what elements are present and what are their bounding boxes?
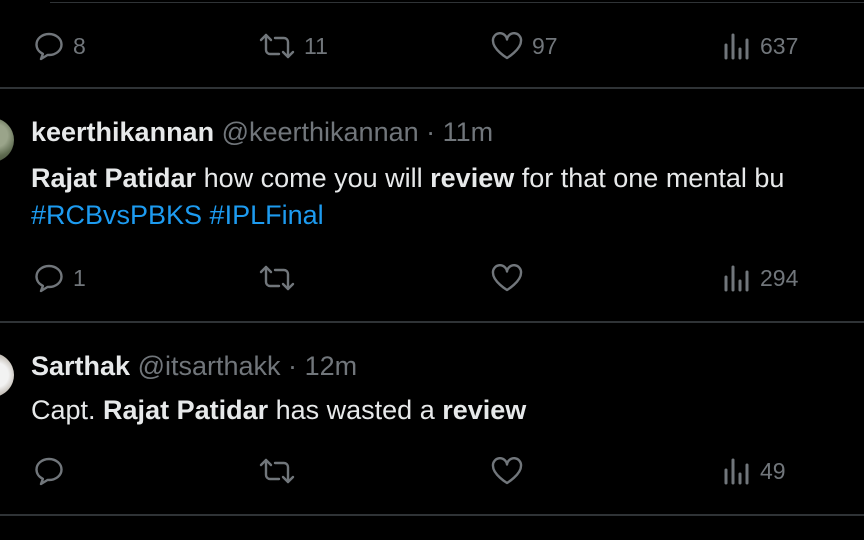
tweet-header: keerthikannan @keerthikannan · 11m: [31, 117, 493, 148]
repost-button[interactable]: 11: [258, 31, 328, 61]
avatar[interactable]: [0, 353, 14, 397]
views-button[interactable]: 294: [722, 263, 798, 293]
text: for that one mental bu: [514, 163, 785, 193]
bold-text: review: [430, 163, 515, 193]
reply-icon: [35, 264, 63, 293]
display-name[interactable]: Sarthak: [31, 351, 130, 381]
tweet-divider: [0, 514, 864, 516]
repost-icon: [259, 458, 295, 484]
bold-text: Rajat Patidar: [31, 163, 197, 193]
reply-button[interactable]: [33, 456, 73, 486]
text: how come you will: [196, 163, 431, 193]
repost-icon: [259, 265, 295, 291]
views-count: 637: [760, 32, 799, 59]
tweet-divider: [0, 87, 864, 89]
previous-tweet-frame: [50, 0, 864, 3]
handle[interactable]: @keerthikannan: [222, 117, 419, 147]
repost-button[interactable]: [258, 456, 304, 486]
reply-button[interactable]: 8: [33, 31, 86, 61]
display-name[interactable]: keerthikannan: [31, 117, 214, 147]
bold-text: review: [442, 395, 527, 425]
text: Capt.: [31, 395, 104, 425]
heart-icon: [491, 457, 523, 485]
reply-icon: [35, 457, 63, 486]
tweet-text: Capt. Rajat Patidar has wasted a review: [31, 392, 526, 428]
tweet-header: Sarthak @itsarthakk · 12m: [31, 351, 357, 382]
timestamp[interactable]: 12m: [305, 351, 358, 381]
tweet-text: Rajat Patidar how come you will review f…: [31, 160, 784, 196]
timestamp[interactable]: 11m: [443, 117, 494, 147]
handle[interactable]: @itsarthakk: [138, 351, 281, 381]
heart-icon: [491, 32, 523, 60]
avatar[interactable]: [0, 118, 14, 162]
views-button[interactable]: 637: [722, 31, 798, 61]
like-button[interactable]: [490, 456, 532, 486]
repost-count: 11: [304, 32, 328, 59]
separator: ·: [288, 351, 298, 381]
repost-icon: [259, 33, 295, 59]
hashtags[interactable]: #RCBvsPBKS #IPLFinal: [31, 200, 324, 231]
views-icon: [724, 458, 749, 485]
reply-count: 1: [73, 264, 86, 291]
like-button[interactable]: 97: [490, 31, 558, 61]
reply-count: 8: [73, 32, 86, 59]
reply-button[interactable]: 1: [33, 263, 86, 293]
like-count: 97: [532, 32, 558, 59]
text: has wasted a: [268, 395, 443, 425]
separator: ·: [426, 117, 436, 147]
reply-icon: [35, 32, 63, 61]
like-button[interactable]: [490, 263, 532, 293]
views-button[interactable]: 49: [722, 456, 786, 486]
heart-icon: [491, 264, 523, 292]
bold-text: Rajat Patidar: [103, 395, 269, 425]
views-icon: [724, 265, 749, 292]
views-count: 294: [760, 264, 799, 291]
tweet-divider: [0, 321, 864, 323]
views-count: 49: [760, 457, 786, 484]
views-icon: [724, 33, 749, 60]
repost-button[interactable]: [258, 263, 304, 293]
